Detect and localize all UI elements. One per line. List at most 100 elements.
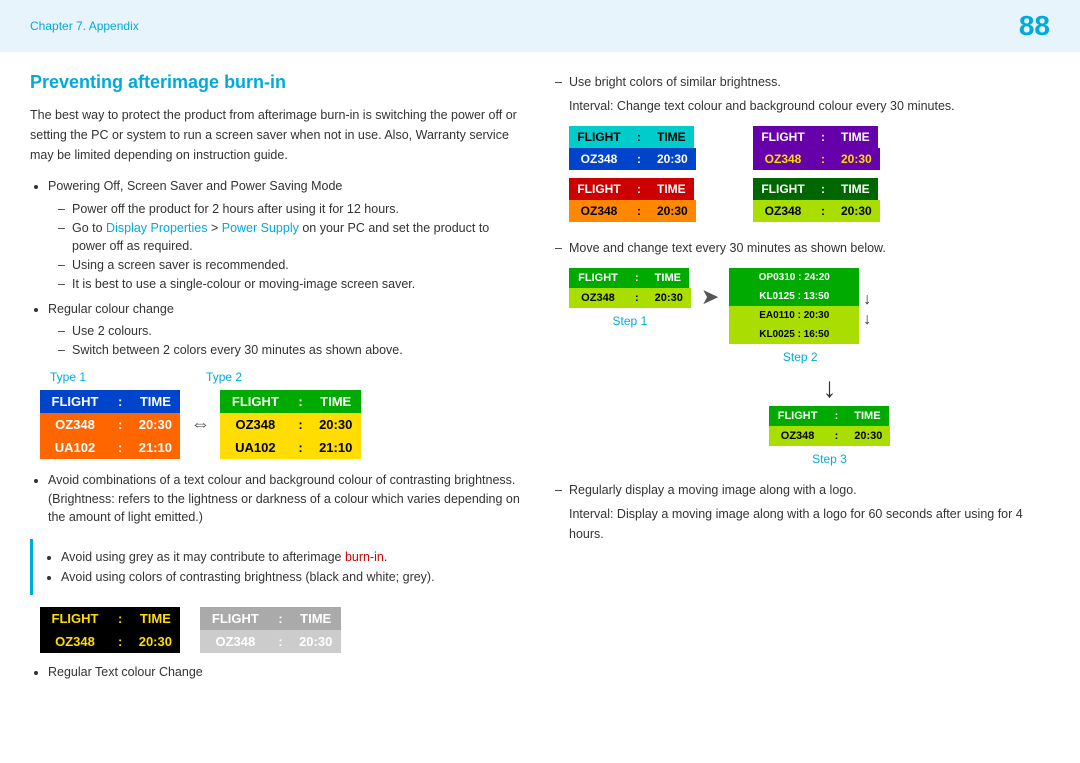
main-content: Preventing afterimage burn-in The best w…: [0, 52, 1080, 712]
steps-flow-row: FLIGHT : TIME OZ348 : 20:30 Step 1 ➤: [569, 268, 1050, 364]
fb-cell: FLIGHT: [569, 268, 627, 288]
fb-cell: :: [110, 390, 130, 413]
type1-label: Type 1: [50, 370, 86, 384]
fb-cell: TIME: [846, 406, 888, 426]
right-bullet-2: Move and change text every 30 minutes as…: [555, 238, 1050, 258]
fb-cell: 20:30: [833, 200, 880, 222]
sub-item-3: Using a screen saver is recommended.: [58, 256, 525, 275]
fb-cell: UA102: [220, 436, 290, 459]
burnin-link[interactable]: burn-in: [345, 550, 384, 564]
step1-block: FLIGHT : TIME OZ348 : 20:30 Step 1: [569, 268, 691, 328]
fb-cell: :: [270, 607, 290, 630]
fb-cell: 20:30: [649, 200, 696, 222]
fb-cell: FLIGHT: [200, 607, 270, 630]
fb-cell: TIME: [130, 607, 180, 630]
fb-cell: :: [110, 607, 130, 630]
fb-cell: :: [629, 200, 649, 222]
contrast-boards-row: FLIGHT : TIME OZ348 : 20:30 FLIGHT : TIM…: [40, 607, 525, 653]
bullet-contrast: Avoid combinations of a text colour and …: [48, 471, 525, 527]
fb-cell: :: [813, 126, 833, 148]
fb-cell: 20:30: [311, 413, 361, 436]
fb-cell: KL0025 : 16:50: [729, 325, 859, 344]
fb-cell: :: [270, 630, 290, 653]
warning-item-1: Avoid using grey as it may contribute to…: [61, 547, 513, 567]
fb-cell: FLIGHT: [769, 406, 827, 426]
type-labels-row: Type 1 Type 2: [50, 370, 525, 384]
fb-cell: OZ348: [200, 630, 270, 653]
fb-cell: OP0310 : 24:20: [729, 268, 859, 287]
step2-label: Step 2: [729, 350, 871, 364]
right-bullet-2-text: Move and change text every 30 minutes as…: [569, 241, 886, 255]
bullet-color-text: Regular colour change: [48, 302, 174, 316]
fb-cell: FLIGHT: [40, 607, 110, 630]
right-bullet-3: Regularly display a moving image along w…: [555, 480, 1050, 500]
fb-cell: :: [290, 436, 310, 459]
display-props-link[interactable]: Display Properties: [106, 221, 207, 235]
fb-cell: TIME: [833, 178, 878, 200]
fb-cell: :: [110, 630, 130, 653]
fb-cell: :: [827, 426, 847, 446]
fb-cell: 21:10: [130, 436, 180, 459]
fb-cell: TIME: [647, 268, 689, 288]
step3-down-arrow-icon: ↓: [823, 374, 837, 402]
fb-cell: 20:30: [130, 630, 180, 653]
down-arrow-icon: ↓: [863, 311, 871, 329]
power-supply-link[interactable]: Power Supply: [222, 221, 299, 235]
fb-cell: FLIGHT: [220, 390, 290, 413]
fb-cell: OZ348: [769, 426, 827, 446]
bullet-power-text: Powering Off, Screen Saver and Power Sav…: [48, 179, 342, 193]
fb-cell: 20:30: [833, 148, 880, 170]
fb-cell: KL0125 : 13:50: [729, 287, 859, 306]
color-boards-grid: FLIGHT : TIME OZ348 : 20:30 FLIGHT : TIM…: [569, 126, 929, 222]
fb-cell: OZ348: [753, 148, 813, 170]
page-header: Chapter 7. Appendix 88: [0, 0, 1080, 52]
step3-wrap: ↓ FLIGHT : TIME OZ348 : 20:30 Step 3: [609, 374, 1050, 466]
fb-cell: :: [813, 178, 833, 200]
fb-cell: FLIGHT: [569, 126, 629, 148]
fb-cell: :: [629, 178, 649, 200]
color-board-4: FLIGHT : TIME OZ348 : 20:30: [753, 178, 929, 222]
bullet-color-sublist: Use 2 colours. Switch between 2 colors e…: [48, 322, 525, 360]
fb-cell: FLIGHT: [753, 126, 813, 148]
fb-cell: OZ348: [40, 413, 110, 436]
fb-cell: :: [813, 148, 833, 170]
fb-cell: OZ348: [220, 413, 290, 436]
contrast-board-gray: FLIGHT : TIME OZ348 : 20:30: [200, 607, 340, 653]
sub-switch: Switch between 2 colors every 30 minutes…: [58, 341, 525, 360]
fb-cell: 20:30: [291, 630, 341, 653]
fb-cell: UA102: [40, 436, 110, 459]
type2-label: Type 2: [206, 370, 242, 384]
warning-box: Avoid using grey as it may contribute to…: [30, 539, 525, 595]
fb-cell: :: [290, 413, 310, 436]
fb-cell: FLIGHT: [569, 178, 629, 200]
fb-cell: OZ348: [569, 200, 629, 222]
fb-cell: OZ348: [569, 288, 627, 308]
sub-item-1: Power off the product for 2 hours after …: [58, 200, 525, 219]
bullet-color: Regular colour change Use 2 colours. Swi…: [48, 300, 525, 360]
fb-cell: :: [110, 436, 130, 459]
fb-cell: :: [629, 148, 649, 170]
fb-cell: OZ348: [569, 148, 629, 170]
step2-board: OP0310 : 24:20 KL0125 : 13:50 EA0110 : 2…: [729, 268, 859, 344]
fb-cell: EA0110 : 20:30: [729, 306, 859, 325]
down-arrow-icon: ↓: [863, 291, 871, 309]
section-title: Preventing afterimage burn-in: [30, 72, 525, 93]
bullet-contrast-text: Avoid combinations of a text colour and …: [48, 473, 520, 525]
step1-label: Step 1: [569, 314, 691, 328]
step-right-arrow-icon: ➤: [701, 284, 719, 310]
fb-cell: :: [290, 390, 310, 413]
fb-cell: TIME: [130, 390, 180, 413]
color-board-3: FLIGHT : TIME OZ348 : 20:30: [569, 178, 745, 222]
fb-cell: 20:30: [130, 413, 180, 436]
fb-cell: :: [627, 288, 647, 308]
main-bullets-3: Regular Text colour Change: [30, 663, 525, 682]
sub-use2: Use 2 colours.: [58, 322, 525, 341]
intro-text: The best way to protect the product from…: [30, 105, 525, 165]
fb-cell: TIME: [311, 390, 361, 413]
right-bullet-1: Use bright colors of similar brightness.: [555, 72, 1050, 92]
step3-board: FLIGHT : TIME OZ348 : 20:30: [769, 406, 891, 446]
main-bullets: Powering Off, Screen Saver and Power Sav…: [30, 177, 525, 360]
fb-cell: 20:30: [647, 288, 691, 308]
fb-cell: :: [110, 413, 130, 436]
fb-cell: OZ348: [40, 630, 110, 653]
